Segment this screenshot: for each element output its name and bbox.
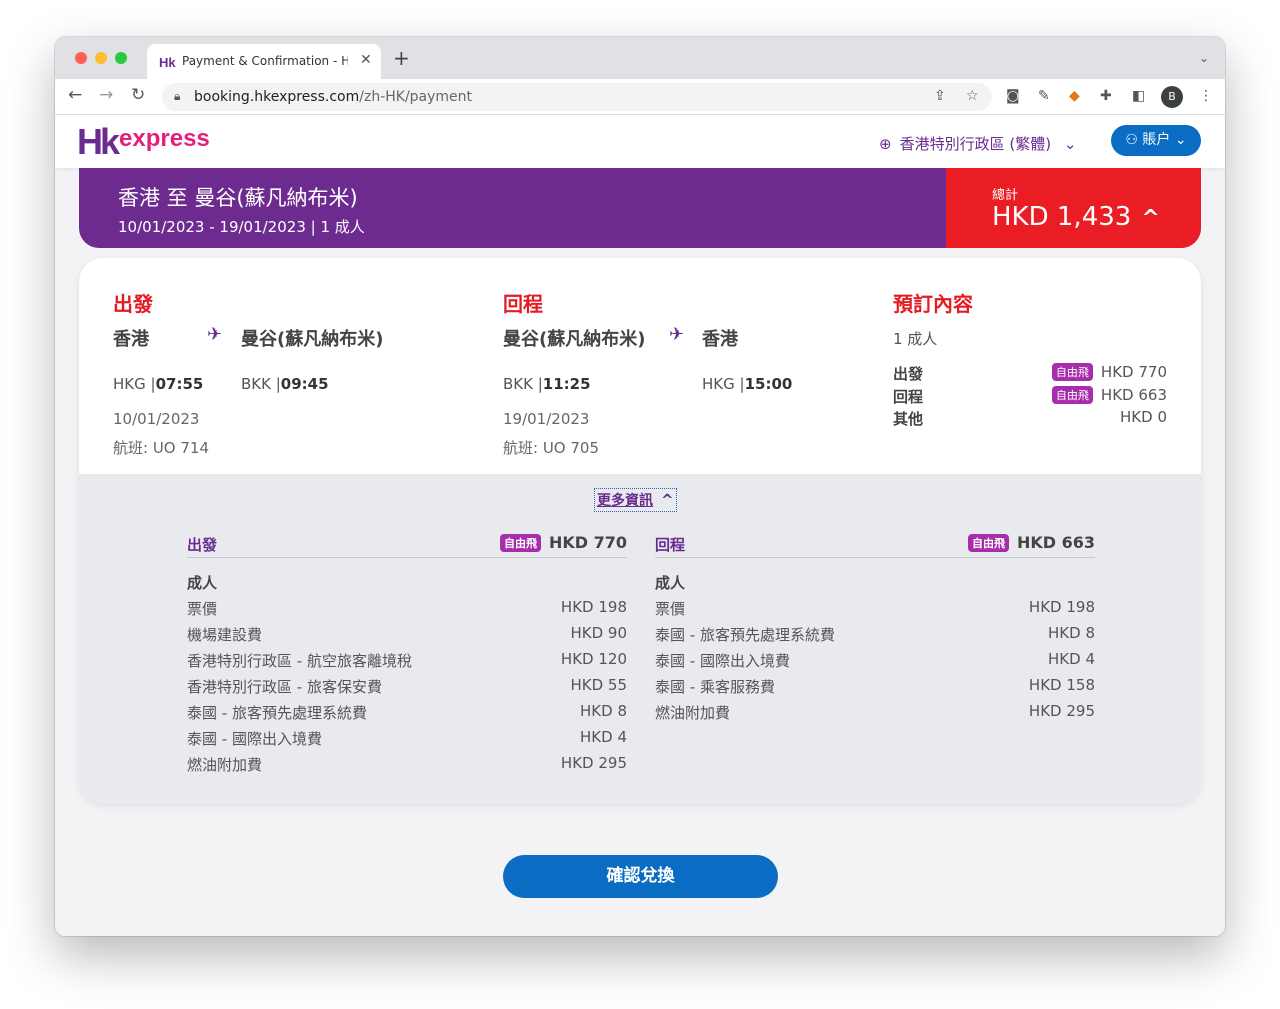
address-bar[interactable]: 🔒︎ booking.hkexpress.com/zh-HK/payment ⇪… <box>162 83 992 111</box>
language-label: 香港特別行政區 (繁體) <box>899 135 1052 153</box>
account-button[interactable]: ⚇ 賬户 ⌄ <box>1111 125 1201 156</box>
return-from-city: 曼谷(蘇凡納布米) <box>503 329 646 350</box>
close-window-button[interactable] <box>75 52 87 64</box>
booking-row-outbound-label: 出發 <box>893 365 924 383</box>
plane-icon: ✈ <box>207 324 223 345</box>
outbound-breakdown-title: 出發 <box>187 536 218 554</box>
return-arrival-time: HKG |15:00 <box>702 375 793 393</box>
new-tab-icon[interactable]: + <box>393 48 410 68</box>
bookmark-star-icon[interactable]: ☆ <box>966 88 979 104</box>
outbound-flight: 航班: UO 714 <box>113 439 210 457</box>
trip-route: 香港 至 曼谷(蘇凡納布米) <box>118 186 358 210</box>
breakdown-row: 香港特別行政區 - 航空旅客離境稅 HKD 120 <box>187 650 627 670</box>
total-price: HKD 1,433 ^ <box>992 202 1160 232</box>
chevron-down-icon: ⌄ <box>1174 132 1187 148</box>
breakdown-row: 燃油附加費 HKD 295 <box>655 702 1095 722</box>
tab-bar: Hk Payment & Confirmation - HK Express ✕… <box>55 37 1225 79</box>
booking-row-other-value: HKD 0 <box>1120 408 1167 426</box>
fare-tag-badge: 自由飛 <box>1051 386 1093 404</box>
total-label: 總計 <box>992 188 1019 203</box>
tab-title: Payment & Confirmation - HK Express <box>182 54 348 68</box>
plane-icon: ✈ <box>669 324 685 345</box>
back-icon[interactable]: ← <box>68 85 82 105</box>
breakdown-row: 泰國 - 旅客預先處理系統費 HKD 8 <box>655 624 1095 644</box>
return-date: 19/01/2023 <box>503 410 590 428</box>
breakdown-row: 泰國 - 旅客預先處理系統費 HKD 8 <box>187 702 627 722</box>
tab-search-chevron-icon[interactable]: ⌄ <box>1199 51 1209 65</box>
booking-card: 出發 香港 ✈ 曼谷(蘇凡納布米) HKG |07:55 BKK |09:45 … <box>79 258 1201 804</box>
outbound-from-city: 香港 <box>113 329 149 350</box>
browser-toolbar: ← → ↻ 🔒︎ booking.hkexpress.com/zh-HK/pay… <box>55 79 1225 115</box>
hk-favicon-icon: Hk <box>159 55 176 70</box>
return-breakdown-header: 回程 自由飛 HKD 663 <box>655 532 1095 558</box>
minimize-window-button[interactable] <box>95 52 107 64</box>
price-breakdown-panel: 更多資訊 ^ 出發 自由飛 HKD 770 成人 票價 HKD 198 機場建設費 HK… <box>79 474 1201 804</box>
breakdown-row: 泰國 - 國際出入境費 HKD 4 <box>655 650 1095 670</box>
booking-content-title: 預訂內容 <box>893 292 973 316</box>
trip-summary-bar: 香港 至 曼谷(蘇凡納布米) 10/01/2023 - 19/01/2023 |… <box>79 168 1201 248</box>
share-icon[interactable]: ⇪ <box>934 88 946 104</box>
fare-tag-badge: 自由飛 <box>499 534 541 552</box>
breakdown-row: 燃油附加費 HKD 295 <box>187 754 627 774</box>
camera-icon[interactable]: ◙ <box>1006 88 1020 104</box>
fare-tag-badge: 自由飛 <box>967 534 1009 552</box>
metamask-fox-icon[interactable]: ◆ <box>1069 88 1080 104</box>
forward-icon[interactable]: → <box>99 85 113 105</box>
outbound-breakdown-total: 自由飛 HKD 770 <box>499 533 627 552</box>
lock-icon[interactable]: 🔒︎ <box>174 89 180 104</box>
outbound-to-city: 曼谷(蘇凡納布米) <box>241 329 384 350</box>
reload-icon[interactable]: ↻ <box>131 85 145 105</box>
booking-row-other-label: 其他 <box>893 410 924 428</box>
return-departure-time: BKK |11:25 <box>503 375 591 393</box>
globe-icon: ⊕ <box>879 135 892 153</box>
breakdown-row: 票價 HKD 198 <box>655 598 1095 618</box>
outbound-breakdown-header: 出發 自由飛 HKD 770 <box>187 532 627 558</box>
return-breakdown-title: 回程 <box>655 536 686 554</box>
fare-tag-badge: 自由飛 <box>1051 363 1093 381</box>
breakdown-row: 泰國 - 國際出入境費 HKD 4 <box>187 728 627 748</box>
return-passenger-type: 成人 <box>655 574 686 592</box>
outbound-title: 出發 <box>113 292 153 316</box>
breakdown-row: 機場建設費 HKD 90 <box>187 624 627 644</box>
side-panel-icon[interactable]: ◧ <box>1132 88 1145 104</box>
browser-window: Hk Payment & Confirmation - HK Express ✕… <box>55 37 1225 936</box>
hkexpress-page: Hkexpress ⊕ 香港特別行政區 (繁體) ⌄ ⚇ 賬户 ⌄ 香港 至 曼谷… <box>55 115 1225 936</box>
passenger-count: 1 成人 <box>893 330 938 348</box>
trip-dates: 10/01/2023 - 19/01/2023 | 1 成人 <box>118 218 365 236</box>
chevron-up-icon: ^ <box>661 491 674 509</box>
extension-pen-icon[interactable]: ✎ <box>1038 88 1050 104</box>
breakdown-row: 票價 HKD 198 <box>187 598 627 618</box>
url-text: booking.hkexpress.com/zh-HK/payment <box>194 89 473 105</box>
outbound-date: 10/01/2023 <box>113 410 200 428</box>
booking-row-return-value: 自由飛 HKD 663 <box>1051 386 1167 404</box>
outbound-departure-time: HKG |07:55 <box>113 375 204 393</box>
return-to-city: 香港 <box>702 329 738 350</box>
return-title: 回程 <box>503 292 543 316</box>
close-tab-icon[interactable]: ✕ <box>360 52 372 68</box>
confirm-redeem-button[interactable]: 確認兌換 <box>503 855 778 898</box>
profile-avatar[interactable]: B <box>1161 86 1183 108</box>
booking-row-outbound-value: 自由飛 HKD 770 <box>1051 363 1167 381</box>
total-price-toggle[interactable]: 總計 HKD 1,433 ^ <box>946 168 1201 248</box>
outbound-arrival-time: BKK |09:45 <box>241 375 329 393</box>
menu-kebab-icon[interactable]: ⋮ <box>1199 88 1213 104</box>
language-selector[interactable]: ⊕ 香港特別行政區 (繁體) ⌄ <box>879 133 1076 154</box>
chevron-down-icon: ⌄ <box>1063 135 1077 153</box>
maximize-window-button[interactable] <box>115 52 127 64</box>
return-flight: 航班: UO 705 <box>503 439 600 457</box>
hkexpress-logo[interactable]: Hkexpress <box>77 121 210 163</box>
extensions-puzzle-icon[interactable]: ✚ <box>1100 88 1112 104</box>
breakdown-row: 泰國 - 乘客服務費 HKD 158 <box>655 676 1095 696</box>
booking-row-return-label: 回程 <box>893 388 924 406</box>
return-breakdown-total: 自由飛 HKD 663 <box>967 533 1095 552</box>
browser-tab[interactable]: Hk Payment & Confirmation - HK Express ✕ <box>147 44 381 79</box>
more-info-toggle[interactable]: 更多資訊 ^ <box>594 488 677 512</box>
site-header: Hkexpress ⊕ 香港特別行政區 (繁體) ⌄ ⚇ 賬户 ⌄ <box>55 115 1225 168</box>
breakdown-row: 香港特別行政區 - 旅客保安費 HKD 55 <box>187 676 627 696</box>
chevron-up-icon: ^ <box>1141 206 1160 231</box>
user-icon: ⚇ <box>1125 132 1138 148</box>
account-label: 賬户 <box>1142 132 1171 148</box>
outbound-passenger-type: 成人 <box>187 574 218 592</box>
